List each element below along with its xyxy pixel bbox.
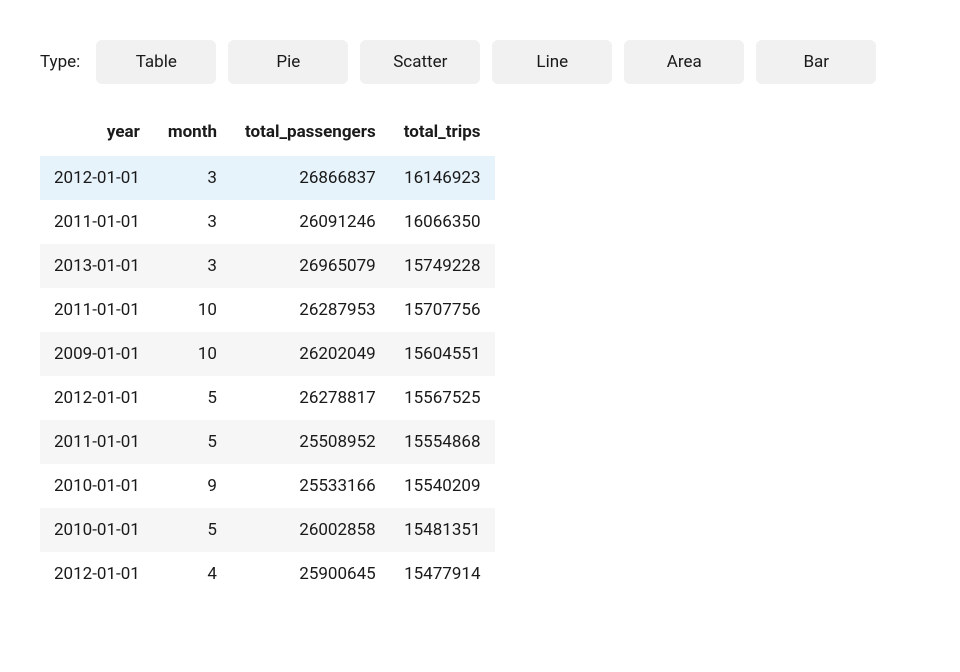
type-button-scatter[interactable]: Scatter xyxy=(360,40,480,84)
cell-total-trips: 16146923 xyxy=(390,156,495,200)
cell-year: 2011-01-01 xyxy=(40,420,154,464)
cell-month: 3 xyxy=(154,156,231,200)
cell-year: 2012-01-01 xyxy=(40,376,154,420)
cell-month: 10 xyxy=(154,332,231,376)
type-button-bar[interactable]: Bar xyxy=(756,40,876,84)
cell-total-trips: 15749228 xyxy=(390,244,495,288)
cell-total-trips: 15477914 xyxy=(390,552,495,596)
cell-total-trips: 15554868 xyxy=(390,420,495,464)
cell-year: 2012-01-01 xyxy=(40,156,154,200)
data-table: year month total_passengers total_trips … xyxy=(40,112,495,596)
cell-month: 4 xyxy=(154,552,231,596)
table-header-total-trips[interactable]: total_trips xyxy=(390,112,495,156)
table-row[interactable]: 2011-01-0132609124616066350 xyxy=(40,200,495,244)
table-row[interactable]: 2011-01-01102628795315707756 xyxy=(40,288,495,332)
cell-total-trips: 16066350 xyxy=(390,200,495,244)
cell-total-trips: 15481351 xyxy=(390,508,495,552)
table-header-month[interactable]: month xyxy=(154,112,231,156)
cell-year: 2011-01-01 xyxy=(40,200,154,244)
cell-year: 2013-01-01 xyxy=(40,244,154,288)
table-row[interactable]: 2012-01-0152627881715567525 xyxy=(40,376,495,420)
cell-total-passengers: 25900645 xyxy=(231,552,390,596)
table-row[interactable]: 2012-01-0142590064515477914 xyxy=(40,552,495,596)
cell-month: 10 xyxy=(154,288,231,332)
cell-total-trips: 15604551 xyxy=(390,332,495,376)
cell-total-passengers: 26287953 xyxy=(231,288,390,332)
cell-year: 2009-01-01 xyxy=(40,332,154,376)
cell-total-passengers: 25508952 xyxy=(231,420,390,464)
type-button-line[interactable]: Line xyxy=(492,40,612,84)
cell-year: 2010-01-01 xyxy=(40,464,154,508)
cell-total-passengers: 26002858 xyxy=(231,508,390,552)
cell-month: 5 xyxy=(154,420,231,464)
table-row[interactable]: 2010-01-0152600285815481351 xyxy=(40,508,495,552)
cell-year: 2012-01-01 xyxy=(40,552,154,596)
cell-total-passengers: 26091246 xyxy=(231,200,390,244)
type-button-pie[interactable]: Pie xyxy=(228,40,348,84)
cell-year: 2010-01-01 xyxy=(40,508,154,552)
cell-total-passengers: 26278817 xyxy=(231,376,390,420)
table-header-year[interactable]: year xyxy=(40,112,154,156)
table-row[interactable]: 2012-01-0132686683716146923 xyxy=(40,156,495,200)
cell-month: 3 xyxy=(154,244,231,288)
table-header-total-passengers[interactable]: total_passengers xyxy=(231,112,390,156)
cell-month: 3 xyxy=(154,200,231,244)
table-row[interactable]: 2011-01-0152550895215554868 xyxy=(40,420,495,464)
cell-total-passengers: 26866837 xyxy=(231,156,390,200)
cell-total-passengers: 26965079 xyxy=(231,244,390,288)
cell-month: 9 xyxy=(154,464,231,508)
cell-month: 5 xyxy=(154,508,231,552)
type-label: Type: xyxy=(40,52,80,72)
table-row[interactable]: 2013-01-0132696507915749228 xyxy=(40,244,495,288)
chart-type-toolbar: Type: Table Pie Scatter Line Area Bar xyxy=(40,40,920,84)
cell-month: 5 xyxy=(154,376,231,420)
type-button-area[interactable]: Area xyxy=(624,40,744,84)
table-header-row: year month total_passengers total_trips xyxy=(40,112,495,156)
cell-total-passengers: 26202049 xyxy=(231,332,390,376)
table-row[interactable]: 2009-01-01102620204915604551 xyxy=(40,332,495,376)
cell-total-trips: 15540209 xyxy=(390,464,495,508)
cell-year: 2011-01-01 xyxy=(40,288,154,332)
cell-total-passengers: 25533166 xyxy=(231,464,390,508)
type-button-table[interactable]: Table xyxy=(96,40,216,84)
cell-total-trips: 15707756 xyxy=(390,288,495,332)
cell-total-trips: 15567525 xyxy=(390,376,495,420)
table-row[interactable]: 2010-01-0192553316615540209 xyxy=(40,464,495,508)
